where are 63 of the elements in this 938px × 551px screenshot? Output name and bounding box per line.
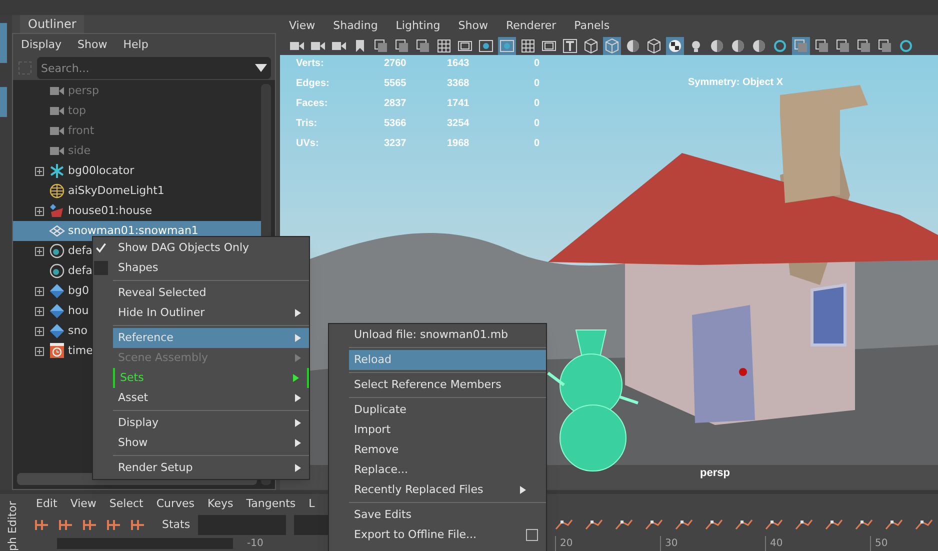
stat-value: 1968	[447, 137, 470, 151]
item-label: defa	[68, 262, 92, 279]
item-label: house01:house	[68, 202, 152, 219]
symmetry-label: Symmetry: Object X	[688, 76, 784, 90]
menu-item-label: Display	[118, 414, 160, 431]
item-label: front	[68, 122, 94, 139]
menu-item-label: Reveal Selected	[118, 284, 208, 301]
stat-value: 0	[534, 77, 541, 91]
stat-value: 2760	[384, 57, 408, 71]
stat-value: 0	[534, 117, 541, 131]
menu-item-label: Duplicate	[354, 402, 408, 418]
stat-label: Tris:	[296, 117, 318, 131]
menu-item-label: Hide In Outliner	[118, 304, 206, 321]
panel-title: ph Editor	[4, 500, 20, 551]
menu-item-label: Select Reference Members	[354, 376, 502, 393]
stat-value: 0	[534, 57, 541, 71]
ruler-label: 20	[555, 536, 660, 551]
item-label: hou	[68, 302, 89, 319]
menu-item-label: Unload file: snowman01.mb	[354, 326, 510, 343]
stat-label: Faces:	[296, 97, 329, 111]
menu-item-label: Render Setup	[118, 460, 194, 476]
item-label: sno	[68, 322, 88, 339]
camera-label: persp	[700, 466, 730, 481]
item-label: snowman01:snowman1	[68, 222, 198, 239]
menu-item-label: Import	[354, 422, 392, 438]
ruler-label: 40	[765, 536, 870, 551]
stat-value: 5366	[384, 117, 408, 131]
menu-item-label: Shapes	[118, 260, 160, 276]
stat-label: Verts:	[296, 57, 325, 71]
stat-label: UVs:	[296, 137, 320, 151]
item-label: bg0	[68, 282, 89, 299]
stat-value: 3254	[447, 117, 470, 131]
item-label: side	[68, 142, 91, 159]
ruler-label: 30	[660, 536, 765, 551]
item-label: bg00locator	[68, 162, 134, 179]
menu-item-label: Reference	[118, 330, 174, 346]
stats-label: Stats	[162, 516, 190, 533]
stat-value: 3237	[384, 137, 408, 151]
stat-value: 3368	[447, 77, 470, 91]
item-label: aiSkyDomeLight1	[68, 182, 164, 199]
menu-item-label: Recently Replaced Files	[354, 482, 484, 498]
menu-item-label: Show DAG Objects Only	[118, 240, 250, 256]
menu-item-label: Sets	[120, 370, 145, 386]
menu-item-label: Save Edits	[354, 506, 413, 523]
menu-item-label: Reload	[354, 352, 392, 368]
stat-value: 0	[534, 137, 541, 151]
stat-value: 1741	[447, 97, 470, 111]
item-label: persp	[68, 82, 99, 99]
item-label: defa	[68, 242, 92, 259]
stat-value: 5565	[384, 77, 408, 91]
menu-item-label: Replace...	[354, 462, 410, 478]
ruler-label: 50	[870, 536, 938, 551]
menu-item-label: Asset	[118, 390, 150, 406]
item-label: top	[68, 102, 86, 119]
stat-value: 0	[534, 97, 541, 111]
stat-value: 2837	[384, 97, 408, 111]
stat-value: 1643	[447, 57, 470, 71]
stat-label: Edges:	[296, 77, 330, 91]
item-label: time	[68, 342, 93, 359]
ruler-label: -10	[247, 537, 264, 551]
menu-item-label: Show	[118, 434, 149, 451]
menu-item-label: Export to Offline File...	[354, 526, 478, 543]
menu-item-label: Remove	[354, 442, 400, 458]
